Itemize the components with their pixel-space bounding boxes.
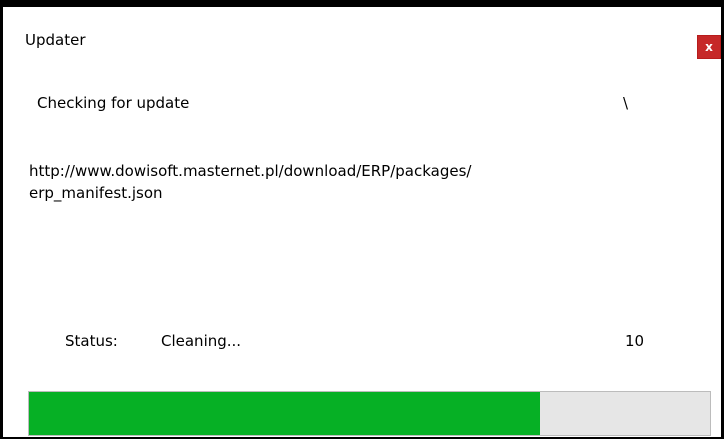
url-line-1: http://www.dowisoft.masternet.pl/downloa…: [29, 162, 472, 180]
close-button[interactable]: x: [697, 35, 721, 59]
status-message: Checking for update: [37, 94, 190, 112]
window-title: Updater: [25, 31, 86, 49]
progress-fill: [29, 392, 540, 435]
progress-bar: [28, 391, 711, 436]
url-line-2: erp_manifest.json: [29, 184, 163, 202]
manifest-url: http://www.dowisoft.masternet.pl/downloa…: [29, 160, 549, 204]
status-value: Cleaning...: [161, 332, 242, 350]
spinner-indicator: \: [623, 94, 629, 112]
status-label: Status:: [65, 332, 118, 350]
updater-window: Updater x Checking for update \ http://w…: [0, 0, 724, 439]
status-count: 10: [625, 332, 645, 350]
